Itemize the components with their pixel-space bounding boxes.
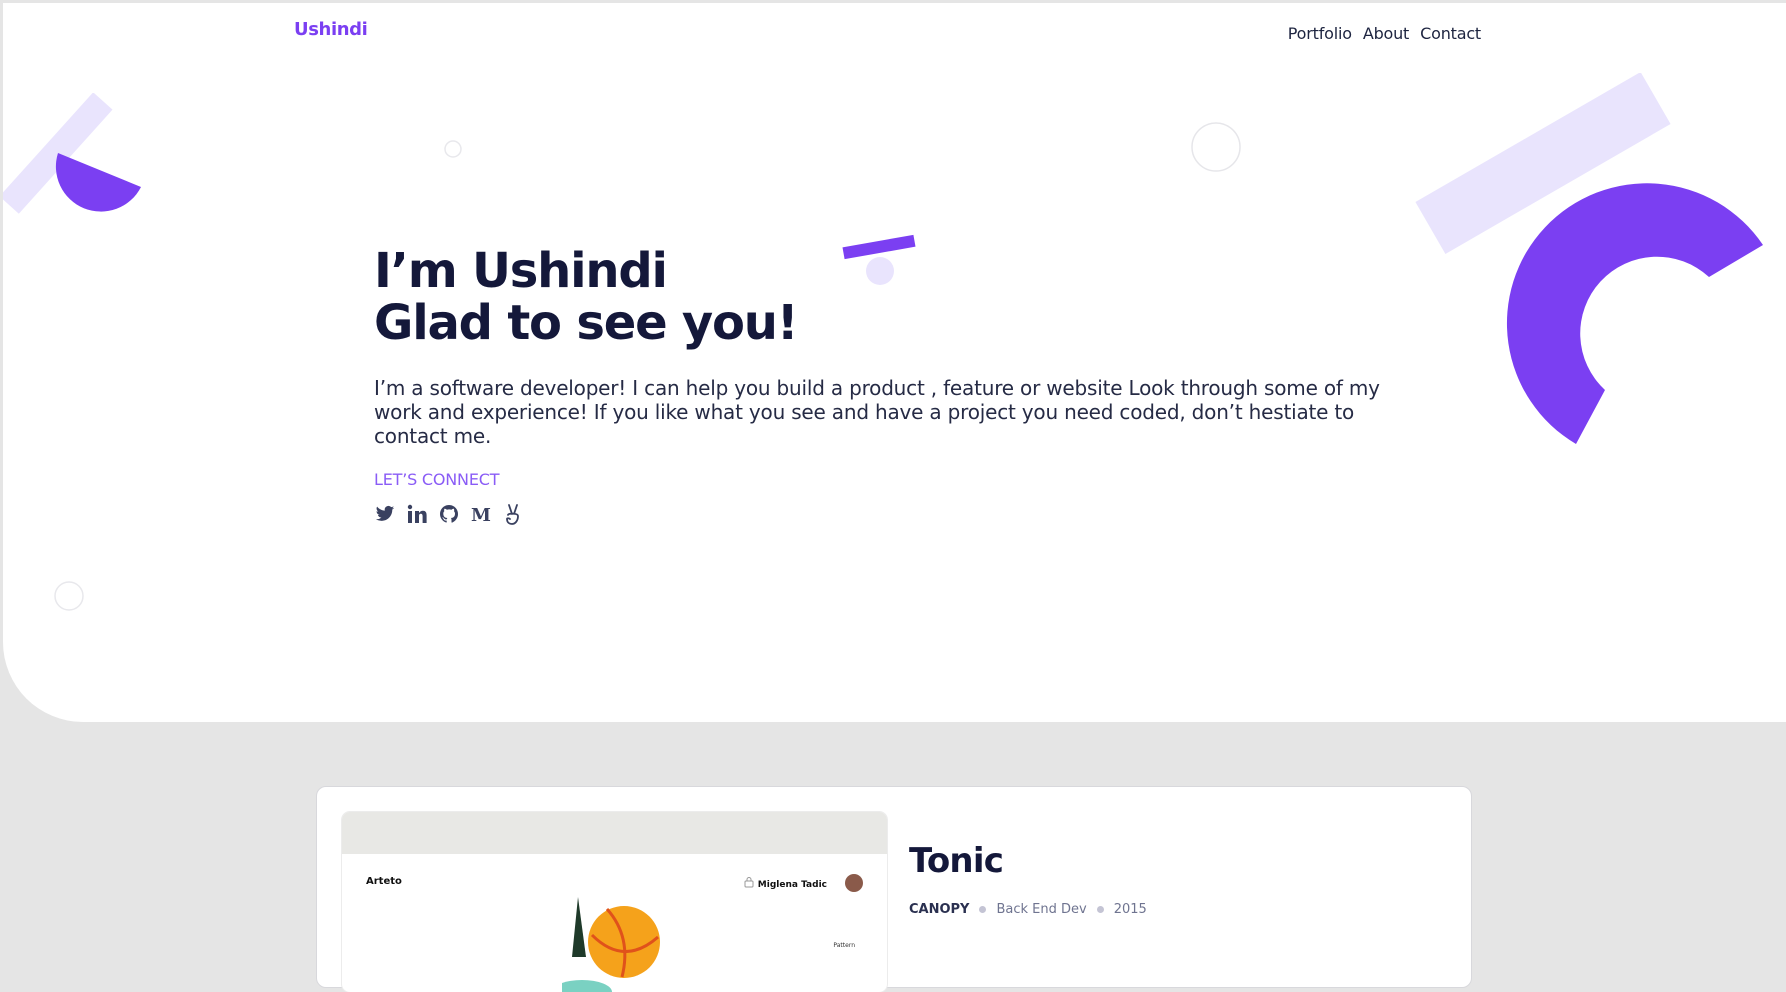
hero-headline-line1: I’m Ushindi bbox=[374, 243, 668, 299]
meta-separator bbox=[979, 906, 987, 913]
avatar bbox=[845, 874, 863, 892]
meta-separator bbox=[1096, 906, 1104, 913]
project-card[interactable]: Arteto Miglena Tadic Pattern Tonic CANOP… bbox=[316, 786, 1472, 992]
linkedin-icon[interactable] bbox=[406, 503, 428, 525]
decor-left-shapes bbox=[3, 93, 142, 214]
hero-headline: I’m Ushindi Glad to see you! bbox=[374, 243, 799, 351]
hero-intro: I’m a software developer! I can help you… bbox=[374, 376, 1380, 448]
connect-label: LET’S CONNECT bbox=[374, 470, 500, 489]
decor-circle-bottom-left bbox=[54, 581, 84, 611]
main-nav: Portfolio About Contact bbox=[1288, 24, 1481, 43]
svg-text:M: M bbox=[471, 505, 491, 524]
hero-section: Ushindi Portfolio About Contact I’m Ushi… bbox=[3, 3, 1786, 722]
project-meta: CANOPY Back End Dev 2015 bbox=[909, 902, 1147, 917]
project-role: Back End Dev bbox=[996, 902, 1087, 917]
preview-artwork bbox=[562, 897, 660, 992]
social-links: M bbox=[374, 503, 524, 525]
preview-browser-bar bbox=[342, 812, 887, 854]
project-title: Tonic bbox=[909, 841, 1004, 881]
github-icon[interactable] bbox=[438, 503, 460, 525]
preview-brand: Arteto bbox=[366, 876, 402, 887]
nav-link-portfolio[interactable]: Portfolio bbox=[1288, 24, 1352, 43]
hero-headline-line2: Glad to see you! bbox=[374, 295, 799, 351]
site-logo[interactable]: Ushindi bbox=[294, 19, 368, 40]
angellist-icon[interactable] bbox=[502, 503, 524, 525]
project-preview-image[interactable]: Arteto Miglena Tadic Pattern bbox=[342, 812, 887, 992]
lock-icon bbox=[744, 877, 754, 888]
decor-bar-and-dot bbox=[842, 234, 916, 285]
preview-user-name: Miglena Tadic bbox=[757, 880, 827, 890]
project-company: CANOPY bbox=[909, 902, 970, 917]
project-year: 2015 bbox=[1113, 902, 1147, 917]
nav-link-contact[interactable]: Contact bbox=[1420, 24, 1481, 43]
medium-icon[interactable]: M bbox=[470, 503, 492, 525]
decor-right-shapes bbox=[1415, 73, 1763, 444]
nav-link-about[interactable]: About bbox=[1363, 24, 1410, 43]
decor-circle-outline bbox=[1191, 122, 1241, 172]
decor-small-circle bbox=[444, 140, 462, 158]
twitter-icon[interactable] bbox=[374, 503, 396, 525]
